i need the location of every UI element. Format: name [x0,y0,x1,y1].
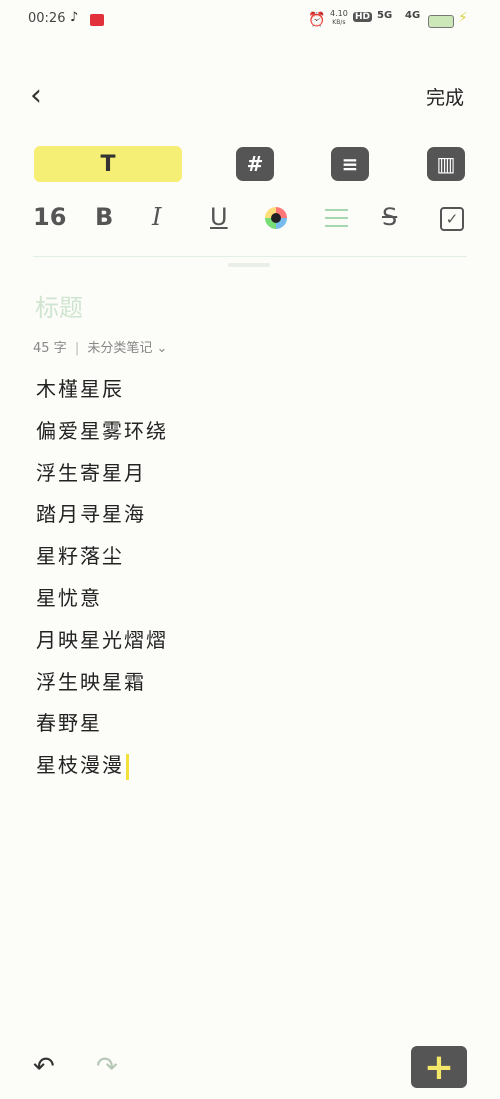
note-line: 木槿星辰 [36,377,124,401]
signal-4g-icon: 4G [405,10,421,21]
hd-icon: HD [353,12,373,22]
chevron-down-icon[interactable]: ⌄ [157,341,168,356]
italic-button[interactable]: I [152,203,161,231]
alarm-icon: ⏰ [308,12,326,28]
list-style-icon[interactable]: ≡ [331,147,369,181]
note-line: 星忧意 [36,585,102,610]
redo-icon[interactable]: ↷ [96,1052,118,1082]
strikethrough-button[interactable]: S [382,203,397,231]
undo-icon[interactable]: ↶ [33,1052,55,1082]
note-line: 星籽落尘 [36,544,124,569]
note-body[interactable]: 木槿星辰 偏爱星雾环绕 浮生寄星月 踏月寻星海 星籽落尘 星忧意 月映星光熠熠 … [36,372,168,790]
bold-button[interactable]: B [95,203,113,231]
net-speed: 4.10 KB/s [330,9,348,26]
align-icon[interactable] [325,209,348,227]
font-size-button[interactable]: 16 [33,203,66,231]
note-line-last: 星枝漫漫 [36,748,168,790]
toolbar-divider [33,256,467,257]
color-dot-icon [271,213,281,223]
checkbox-button[interactable]: ✓ [440,207,464,231]
battery-icon [428,15,454,28]
app-notification-icon [90,14,104,26]
note-line: 月映星光熠熠 [36,627,168,652]
note-line: 浮生寄星月 [36,460,146,485]
category-dropdown[interactable]: 未分类笔记 [87,341,152,356]
layout-icon[interactable]: ▥ [427,147,465,181]
drag-handle[interactable] [228,263,270,267]
done-button[interactable]: 完成 [426,83,464,110]
note-line: 偏爱星雾环绕 [36,418,168,443]
hashtag-icon[interactable]: # [236,147,274,181]
tiktok-icon: ♪ [70,10,79,25]
note-meta: 45 字 | 未分类笔记 ⌄ [33,341,168,356]
note-line: 春野星 [36,711,102,736]
add-button[interactable]: + [411,1046,467,1088]
char-count: 45 字 [33,341,67,356]
title-input[interactable]: 标题 [35,288,83,323]
text-cursor [126,753,129,780]
underline-button[interactable]: U [210,203,228,231]
signal-5g-icon: 5G [377,10,393,21]
tab-text[interactable]: T [34,146,182,182]
note-line: 浮生映星霜 [36,669,146,694]
charging-icon: ⚡ [458,10,468,26]
status-time: 00:26 [28,11,66,26]
back-button[interactable]: ‹ [30,78,42,113]
note-line: 踏月寻星海 [36,502,146,527]
